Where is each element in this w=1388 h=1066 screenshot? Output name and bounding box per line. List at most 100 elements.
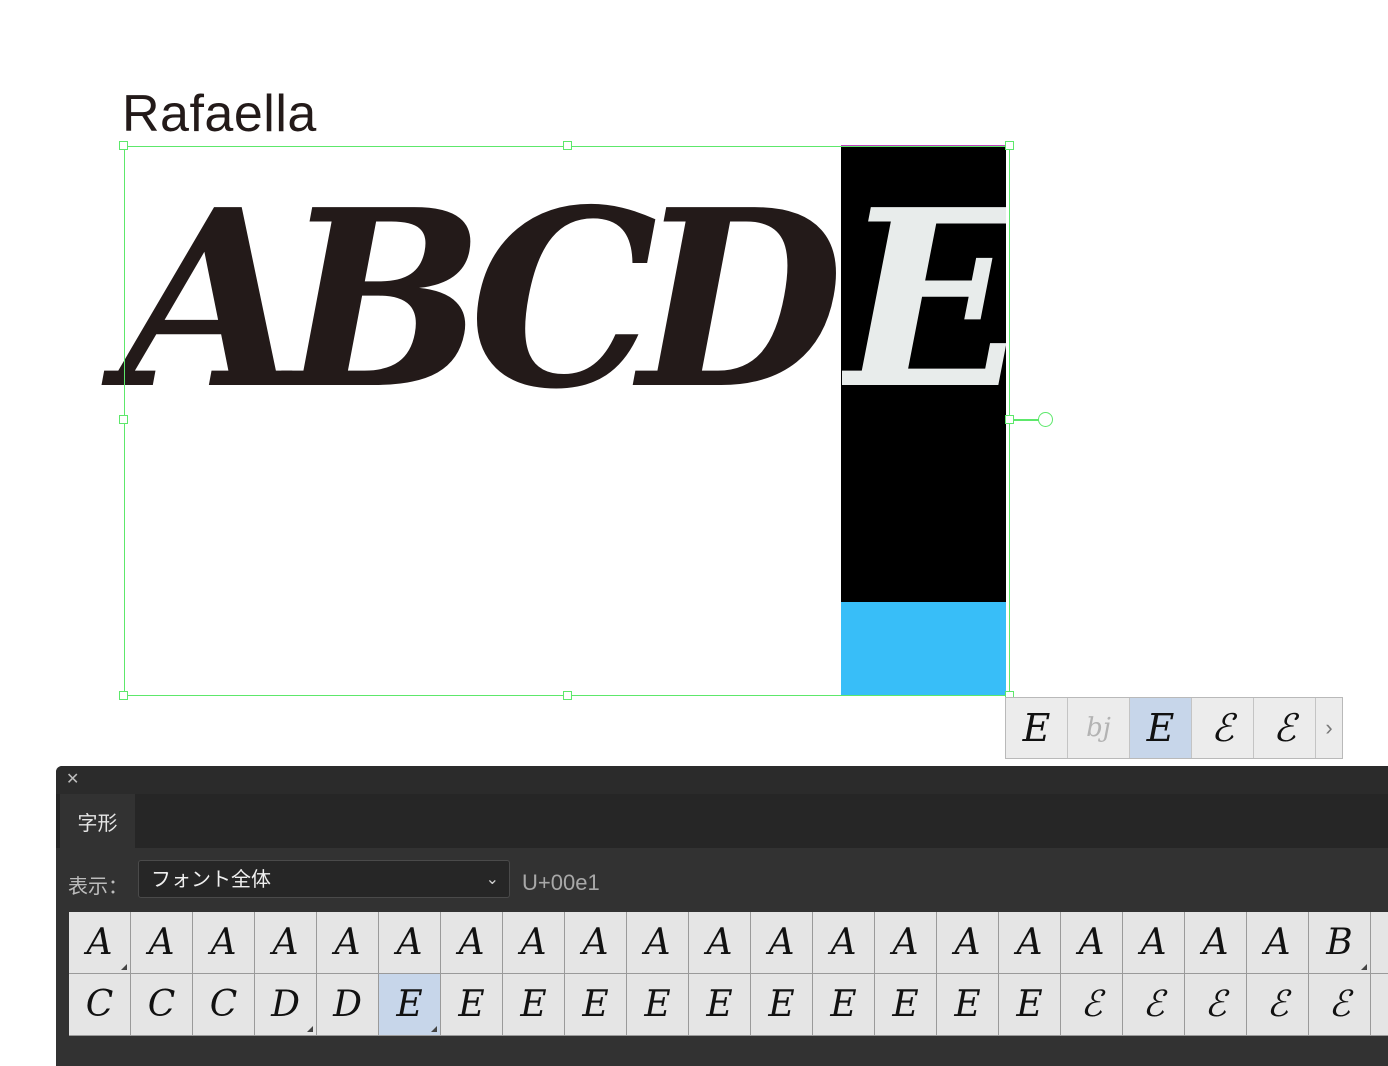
glyph-cell[interactable]: E: [937, 974, 999, 1036]
alternate-glyph[interactable]: ℰ: [1254, 698, 1316, 758]
glyph-cell[interactable]: A: [627, 912, 689, 974]
glyph-cell[interactable]: ℰ: [1309, 974, 1371, 1036]
glyph-cell[interactable]: E: [379, 974, 441, 1036]
glyph-char: A: [520, 922, 547, 963]
panel-header: ✕: [56, 766, 1388, 794]
glyph-cell[interactable]: A: [875, 912, 937, 974]
glyph-cell[interactable]: A: [193, 912, 255, 974]
handle-middle-left[interactable]: [119, 415, 128, 424]
glyph-cell[interactable]: A: [317, 912, 379, 974]
glyph-cell[interactable]: E: [503, 974, 565, 1036]
glyph-char: E: [892, 984, 919, 1025]
glyph-char: A: [582, 922, 609, 963]
glyph-char: A: [334, 922, 361, 963]
handle-top-center[interactable]: [563, 141, 572, 150]
glyph-char: ℰ: [1142, 984, 1165, 1025]
glyph-cell[interactable]: E: [627, 974, 689, 1036]
glyph-char: E: [458, 984, 485, 1025]
glyph-cell[interactable]: A: [1123, 912, 1185, 974]
glyph-char: A: [1016, 922, 1043, 963]
glyph-char: A: [768, 922, 795, 963]
show-dropdown-value: フォント全体: [151, 867, 271, 891]
selected-glyph-e[interactable]: E: [842, 178, 1006, 422]
glyph-char: A: [396, 922, 423, 963]
font-name-label: Rafaella: [122, 85, 317, 143]
glyph-cell[interactable]: A: [69, 912, 131, 974]
glyph-char: A: [1140, 922, 1167, 963]
handle-bottom-left[interactable]: [119, 691, 128, 700]
alternates-indicator-icon: [121, 964, 127, 970]
glyph-char: ℰ: [1266, 984, 1289, 1025]
glyph-char: E: [644, 984, 671, 1025]
glyph-alternates-popup: E bj E ℰ ℰ ›: [1005, 697, 1343, 759]
glyph-cell[interactable]: [1371, 974, 1388, 1036]
show-dropdown[interactable]: フォント全体 ⌄: [138, 860, 510, 898]
glyph-cell[interactable]: ℰ: [1061, 974, 1123, 1036]
glyph-char: A: [1202, 922, 1229, 963]
glyph-cell[interactable]: E: [813, 974, 875, 1036]
unicode-readout: U+00e1: [522, 870, 600, 895]
glyph-char: C: [85, 984, 114, 1025]
alternate-glyph[interactable]: bj: [1068, 698, 1130, 758]
handle-middle-right[interactable]: [1005, 415, 1014, 424]
glyph-char: A: [148, 922, 175, 963]
glyph-char: D: [333, 984, 362, 1025]
alternates-indicator-icon: [431, 1026, 437, 1032]
glyph-cell[interactable]: A: [379, 912, 441, 974]
handle-top-right[interactable]: [1005, 141, 1014, 150]
alternate-glyph[interactable]: E: [1006, 698, 1068, 758]
glyph-cell[interactable]: [1371, 912, 1388, 974]
glyph-cell[interactable]: C: [131, 974, 193, 1036]
glyph-cell[interactable]: A: [503, 912, 565, 974]
glyph-cell[interactable]: A: [689, 912, 751, 974]
glyph-char: E: [830, 984, 857, 1025]
glyph-char: E: [706, 984, 733, 1025]
glyph-char: C: [209, 984, 238, 1025]
glyph-cell[interactable]: A: [1185, 912, 1247, 974]
tab-glyphs[interactable]: 字形: [60, 794, 135, 848]
panel-options: 表示： フォント全体 ⌄ U+00e1: [56, 848, 1388, 912]
glyph-cell[interactable]: B: [1309, 912, 1371, 974]
glyph-sample-text[interactable]: ABCD: [120, 178, 843, 422]
glyph-char: A: [458, 922, 485, 963]
alternates-indicator-icon: [307, 1026, 313, 1032]
glyph-cell[interactable]: E: [751, 974, 813, 1036]
glyph-char: B: [1326, 922, 1353, 963]
rotate-handle[interactable]: [1038, 412, 1053, 427]
glyph-cell[interactable]: A: [999, 912, 1061, 974]
glyph-char: ℰ: [1204, 984, 1227, 1025]
glyph-cell[interactable]: ℰ: [1247, 974, 1309, 1036]
glyph-cell[interactable]: A: [441, 912, 503, 974]
glyph-cell[interactable]: A: [565, 912, 627, 974]
chevron-right-icon[interactable]: ›: [1316, 698, 1342, 758]
handle-top-left[interactable]: [119, 141, 128, 150]
glyph-cell[interactable]: A: [131, 912, 193, 974]
glyph-cell[interactable]: E: [689, 974, 751, 1036]
glyph-cell[interactable]: A: [1061, 912, 1123, 974]
alternate-glyph-selected[interactable]: E: [1130, 698, 1192, 758]
close-icon[interactable]: ✕: [66, 770, 79, 790]
glyph-cell[interactable]: E: [875, 974, 937, 1036]
glyph-cell[interactable]: C: [69, 974, 131, 1036]
glyph-cell[interactable]: D: [317, 974, 379, 1036]
glyph-cell[interactable]: E: [565, 974, 627, 1036]
glyph-cell[interactable]: E: [999, 974, 1061, 1036]
glyph-cell[interactable]: A: [751, 912, 813, 974]
glyph-cell[interactable]: A: [813, 912, 875, 974]
handle-bottom-center[interactable]: [563, 691, 572, 700]
glyph-cell[interactable]: C: [193, 974, 255, 1036]
glyph-char: A: [644, 922, 671, 963]
glyphs-panel: ✕ 字形 表示： フォント全体 ⌄ U+00e1 AAAAAAAAAAAAAAA…: [56, 766, 1388, 1066]
glyph-char: ℰ: [1080, 984, 1103, 1025]
glyph-cell[interactable]: A: [1247, 912, 1309, 974]
glyph-cell[interactable]: ℰ: [1123, 974, 1185, 1036]
glyph-char: A: [892, 922, 919, 963]
glyph-cell[interactable]: D: [255, 974, 317, 1036]
glyph-char: ℰ: [1328, 984, 1351, 1025]
glyph-cell[interactable]: A: [255, 912, 317, 974]
glyph-cell[interactable]: ℰ: [1185, 974, 1247, 1036]
glyph-cell[interactable]: A: [937, 912, 999, 974]
glyph-char: A: [954, 922, 981, 963]
alternate-glyph[interactable]: ℰ: [1192, 698, 1254, 758]
glyph-cell[interactable]: E: [441, 974, 503, 1036]
